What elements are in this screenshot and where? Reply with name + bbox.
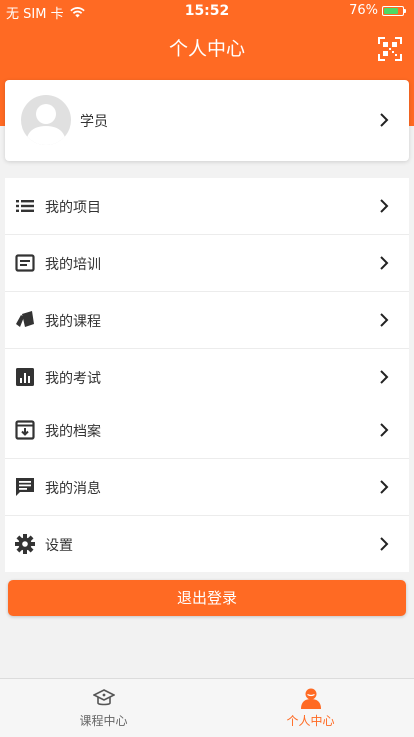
tab-label: 个人中心 xyxy=(286,714,335,728)
chevron-right-icon xyxy=(380,423,389,437)
menu-item-label: 我的档案 xyxy=(45,424,101,440)
graduation-cap-icon xyxy=(93,689,115,706)
menu-item-label: 我的课程 xyxy=(45,314,101,330)
menu-item-my-courses[interactable]: 我的课程 xyxy=(5,292,409,349)
archive-download-icon xyxy=(15,420,35,440)
menu-item-my-archive[interactable]: 我的档案 xyxy=(5,402,409,459)
battery-icon xyxy=(382,5,406,16)
status-bar: 无 SIM 卡 15:52 76% xyxy=(0,0,414,22)
menu-item-my-messages[interactable]: 我的消息 xyxy=(5,459,409,516)
menu-item-settings[interactable]: 设置 xyxy=(5,516,409,572)
tab-personal-center[interactable]: 个人中心 xyxy=(207,679,414,737)
chevron-right-icon xyxy=(380,480,389,494)
menu-group-study: 我的项目 我的培训 我的课程 我的考试 xyxy=(5,178,409,405)
tab-course-center[interactable]: 课程中心 xyxy=(0,679,207,737)
chevron-right-icon xyxy=(380,313,389,327)
person-icon xyxy=(301,688,321,709)
gear-icon xyxy=(15,534,35,554)
menu-item-my-projects[interactable]: 我的项目 xyxy=(5,178,409,235)
bar-chart-icon xyxy=(16,368,34,386)
menu-item-label: 设置 xyxy=(45,538,73,554)
cards-icon xyxy=(16,311,34,327)
menu-item-my-training[interactable]: 我的培训 xyxy=(5,235,409,292)
default-avatar-icon xyxy=(21,95,71,145)
qr-scan-icon[interactable] xyxy=(378,37,402,61)
menu-group-account: 我的档案 我的消息 设置 xyxy=(5,402,409,572)
chevron-right-icon xyxy=(380,199,389,213)
battery-level-fill xyxy=(384,7,398,14)
logout-button[interactable]: 退出登录 xyxy=(8,580,406,616)
profile-name: 学员 xyxy=(80,114,108,130)
battery-percent: 76% xyxy=(349,3,378,18)
chevron-right-icon xyxy=(380,256,389,270)
menu-item-label: 我的考试 xyxy=(45,371,101,387)
list-icon xyxy=(16,200,34,212)
tab-bar: 课程中心 个人中心 xyxy=(0,678,414,737)
navigation-bar: 个人中心 xyxy=(0,22,414,72)
profile-card[interactable]: 学员 xyxy=(5,80,409,161)
page-title: 个人中心 xyxy=(168,38,245,60)
menu-item-label: 我的项目 xyxy=(45,200,101,216)
chevron-right-icon xyxy=(380,537,389,551)
menu-item-label: 我的培训 xyxy=(45,257,101,273)
document-icon xyxy=(15,254,35,272)
tab-label: 课程中心 xyxy=(79,714,128,728)
menu-item-label: 我的消息 xyxy=(45,481,101,497)
chevron-right-icon xyxy=(380,113,389,127)
message-icon xyxy=(16,478,34,496)
menu-item-my-exams[interactable]: 我的考试 xyxy=(5,349,409,405)
chevron-right-icon xyxy=(380,370,389,384)
